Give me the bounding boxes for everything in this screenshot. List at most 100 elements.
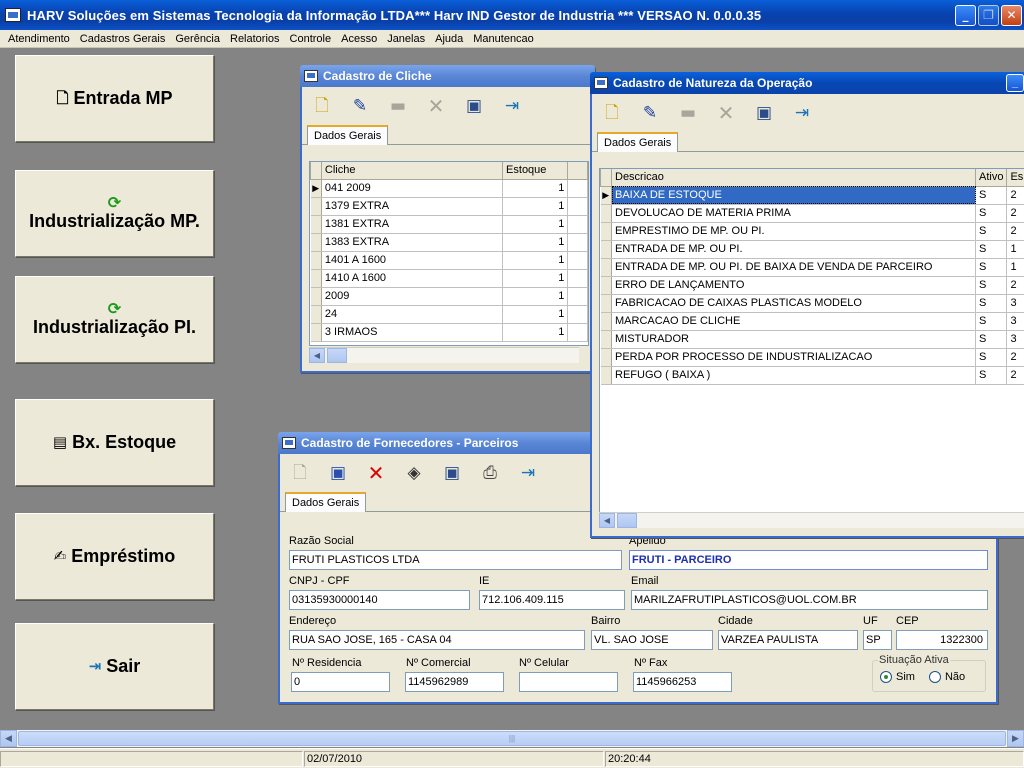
scroll-thumb[interactable]: ||| [18,731,1006,746]
bairro-field[interactable]: VL. SAO JOSE [591,630,713,650]
razao-social-field[interactable]: FRUTI PLASTICOS LTDA [289,550,622,570]
ativo-cell[interactable]: S [975,366,1008,385]
menu-acesso[interactable]: Acesso [336,33,382,45]
es-cell[interactable]: 1 [1006,258,1024,277]
cidade-field[interactable]: VARZEA PAULISTA [718,630,858,650]
table-row[interactable]: 1401 A 1600 1 [310,251,588,270]
descricao-cell[interactable]: ENTRADA DE MP. OU PI. DE BAIXA DE VENDA … [611,258,976,277]
cep-field[interactable]: 1322300 [896,630,988,650]
tab-dados-gerais[interactable]: Dados Gerais [597,132,679,152]
ativo-cell[interactable]: S [975,348,1008,367]
table-row[interactable]: MARCACAO DE CLICHE S 3 [600,312,1024,331]
app-icon[interactable] [5,8,21,22]
table-row[interactable]: 1381 EXTRA 1 [310,215,588,234]
menu-atendimento[interactable]: Atendimento [3,33,75,45]
scroll-left-icon[interactable]: ◀ [599,513,615,528]
descricao-cell[interactable]: BAIXA DE ESTOQUE [611,186,976,205]
ativo-cell[interactable]: S [975,204,1008,223]
edit-record-icon[interactable]: ✎ [348,94,372,118]
scroll-thumb[interactable] [617,513,637,528]
table-row[interactable]: FABRICACAO DE CAIXAS PLASTICAS MODELO S 3 [600,294,1024,313]
estoque-cell[interactable]: 1 [502,179,569,198]
uf-field[interactable]: SP [863,630,892,650]
natureza-grid[interactable]: Descricao Ativo Es ▶ BAIXA DE ESTOQUE S 2 DE… [599,168,1024,513]
print-icon[interactable]: ⎙ [478,461,502,485]
menu-controle[interactable]: Controle [285,33,337,45]
cliche-cell[interactable]: 1401 A 1600 [321,251,504,270]
new-record-icon[interactable]: 🗋 [600,101,624,125]
exit-icon[interactable]: ⇥ [516,461,540,485]
entrada-mp-button[interactable]: 🗋 Entrada MP [15,55,214,142]
es-cell[interactable]: 2 [1006,186,1024,205]
cliche-cell[interactable]: 1379 EXTRA [321,197,504,216]
es-cell[interactable]: 2 [1006,276,1024,295]
menu-gerencia[interactable]: Gerência [170,33,225,45]
scroll-thumb[interactable] [327,348,347,363]
table-row[interactable]: EMPRESTIMO DE MP. OU PI. S 2 [600,222,1024,241]
emprestimo-button[interactable]: ✍ Empréstimo [15,513,214,600]
ativo-cell[interactable]: S [975,186,1008,205]
estoque-cell[interactable]: 1 [502,197,569,216]
menu-manutencao[interactable]: Manutencao [468,33,539,45]
menu-ajuda[interactable]: Ajuda [430,33,468,45]
apelido-field[interactable]: FRUTI - PARCEIRO [629,550,988,570]
estoque-cell[interactable]: 1 [502,251,569,270]
es-cell[interactable]: 2 [1006,366,1024,385]
cliche-hscrollbar[interactable]: ◀ [309,347,579,363]
edit-record-icon[interactable]: ✎ [638,101,662,125]
table-row[interactable]: ENTRADA DE MP. OU PI. DE BAIXA DE VENDA … [600,258,1024,277]
search-icon[interactable]: ▣ [752,101,776,125]
column-estoque[interactable]: Estoque [502,162,569,180]
cliche-window-titlebar[interactable]: Cadastro de Cliche [300,65,595,87]
n-residencia-field[interactable]: 0 [291,672,390,692]
cliche-cell[interactable]: 1381 EXTRA [321,215,504,234]
table-row[interactable]: 3 IRMAOS 1 [310,323,588,342]
search-icon[interactable]: ▣ [440,461,464,485]
cliche-cell[interactable]: 2009 [321,287,504,306]
descricao-cell[interactable]: EMPRESTIMO DE MP. OU PI. [611,222,976,241]
delete-icon[interactable]: ✕ [364,461,388,485]
table-row[interactable]: ERRO DE LANÇAMENTO S 2 [600,276,1024,295]
descricao-cell[interactable]: ERRO DE LANÇAMENTO [611,276,976,295]
search-icon[interactable]: ▣ [462,94,486,118]
email-field[interactable]: MARILZAFRUTIPLASTICOS@UOL.COM.BR [631,590,988,610]
table-row[interactable]: 2009 1 [310,287,588,306]
n-comercial-field[interactable]: 1145962989 [405,672,504,692]
ativo-cell[interactable]: S [975,276,1008,295]
table-row[interactable]: MISTURADOR S 3 [600,330,1024,349]
scroll-right-icon[interactable]: ▶ [1007,730,1024,747]
cliche-cell[interactable]: 041 2009 [321,179,504,198]
es-cell[interactable]: 3 [1006,330,1024,349]
n-fax-field[interactable]: 1145966253 [633,672,732,692]
menu-relatorios[interactable]: Relatorios [225,33,285,45]
estoque-cell[interactable]: 1 [502,323,569,342]
save-record-icon[interactable]: ▬ [676,101,700,125]
delete-record-icon[interactable]: ✕ [714,101,738,125]
es-cell[interactable]: 2 [1006,348,1024,367]
bx-estoque-button[interactable]: ▤ Bx. Estoque [15,399,214,486]
new-record-icon[interactable]: 🗋 [288,461,312,485]
ativo-cell[interactable]: S [975,294,1008,313]
natureza-window-titlebar[interactable]: Cadastro de Natureza da Operação _ [590,72,1024,94]
cliche-cell[interactable]: 24 [321,305,504,324]
column-es[interactable]: Es [1006,169,1024,187]
ativo-cell[interactable]: S [975,258,1008,277]
camera-icon[interactable]: ◈ [402,461,426,485]
mdi-hscrollbar[interactable]: ◀ ||| ▶ [0,730,1024,747]
menu-cadastros-gerais[interactable]: Cadastros Gerais [75,33,171,45]
situacao-sim-radio[interactable]: Sim [880,671,915,683]
cliche-cell[interactable]: 1410 A 1600 [321,269,504,288]
save-record-icon[interactable]: ▬ [386,94,410,118]
column-ativo[interactable]: Ativo [974,169,1008,187]
descricao-cell[interactable]: FABRICACAO DE CAIXAS PLASTICAS MODELO [611,294,976,313]
table-row[interactable]: 24 1 [310,305,588,324]
estoque-cell[interactable]: 1 [502,305,569,324]
endereco-field[interactable]: RUA SAO JOSE, 165 - CASA 04 [289,630,585,650]
es-cell[interactable]: 2 [1006,222,1024,241]
table-row[interactable]: PERDA POR PROCESSO DE INDUSTRIALIZACAO S 2 [600,348,1024,367]
table-row[interactable]: ▶ 041 2009 1 [310,179,588,198]
scroll-left-icon[interactable]: ◀ [309,348,325,363]
save-icon[interactable]: ▣ [326,461,350,485]
cliche-cell[interactable]: 1383 EXTRA [321,233,504,252]
industrializacao-pi-button[interactable]: ⟳ Industrialização PI. [15,276,214,363]
